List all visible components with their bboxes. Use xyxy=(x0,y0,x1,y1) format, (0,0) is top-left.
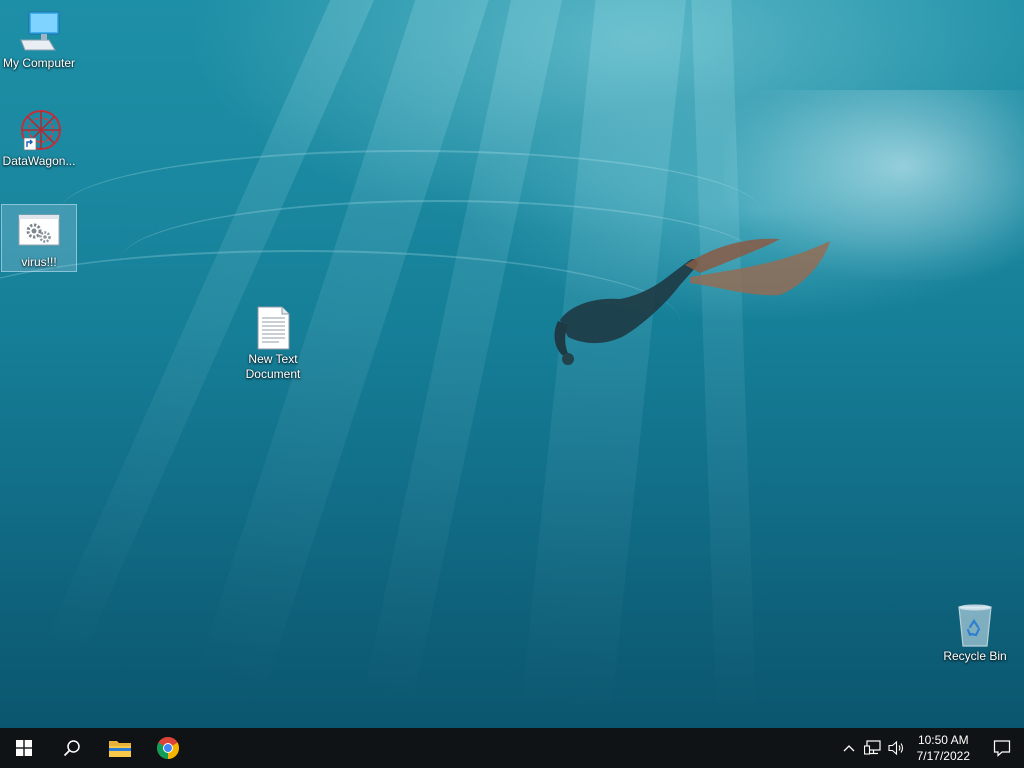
clock[interactable]: 10:50 AM 7/17/2022 xyxy=(909,732,980,764)
desktop-icon-recycle-bin[interactable]: Recycle Bin xyxy=(937,599,1013,664)
system-tray: 10:50 AM 7/17/2022 xyxy=(837,728,1024,768)
desktop-icon-datawagon[interactable]: DataWagon... xyxy=(1,104,77,169)
freediver-figure xyxy=(554,238,830,365)
datawagon-shortcut-icon xyxy=(15,108,63,152)
windows-start-icon xyxy=(16,740,32,756)
desktop-icon-label: virus!!! xyxy=(21,255,57,269)
chevron-up-icon xyxy=(843,745,855,752)
file-explorer-icon xyxy=(109,741,131,757)
start-button[interactable] xyxy=(0,728,48,768)
desktop-icon-label: Recycle Bin xyxy=(943,649,1007,663)
taskbar: 10:50 AM 7/17/2022 xyxy=(0,728,1024,768)
desktop-icon-my-computer[interactable]: My Computer xyxy=(1,6,77,71)
clock-time: 10:50 AM xyxy=(917,733,969,747)
desktop-icon-label: My Computer xyxy=(2,56,76,70)
network-icon xyxy=(863,740,881,755)
chrome-button[interactable] xyxy=(144,728,192,768)
volume-icon xyxy=(888,740,903,756)
notification-icon xyxy=(993,740,1011,757)
show-hidden-icons-button[interactable] xyxy=(837,728,861,768)
clock-date: 7/17/2022 xyxy=(916,749,970,763)
desktop-icon-new-text-document[interactable]: New Text Document xyxy=(235,302,311,382)
desktop-icon-label: New Text Document xyxy=(245,352,301,381)
network-button[interactable] xyxy=(861,728,885,768)
gears-program-icon xyxy=(15,209,63,253)
search-button[interactable] xyxy=(48,728,96,768)
action-center-button[interactable] xyxy=(980,728,1024,768)
desktop[interactable]: My Computer DataWagon... virus!!! New Te… xyxy=(0,0,1024,728)
text-document-icon xyxy=(249,306,297,350)
chrome-icon xyxy=(157,737,179,759)
recycle-bin-icon xyxy=(951,603,999,647)
search-icon xyxy=(63,740,80,757)
volume-button[interactable] xyxy=(885,728,909,768)
desktop-icon-label: DataWagon... xyxy=(2,154,76,168)
monitor-icon xyxy=(15,10,63,54)
desktop-icon-virus[interactable]: virus!!! xyxy=(1,204,77,272)
file-explorer-button[interactable] xyxy=(96,728,144,768)
